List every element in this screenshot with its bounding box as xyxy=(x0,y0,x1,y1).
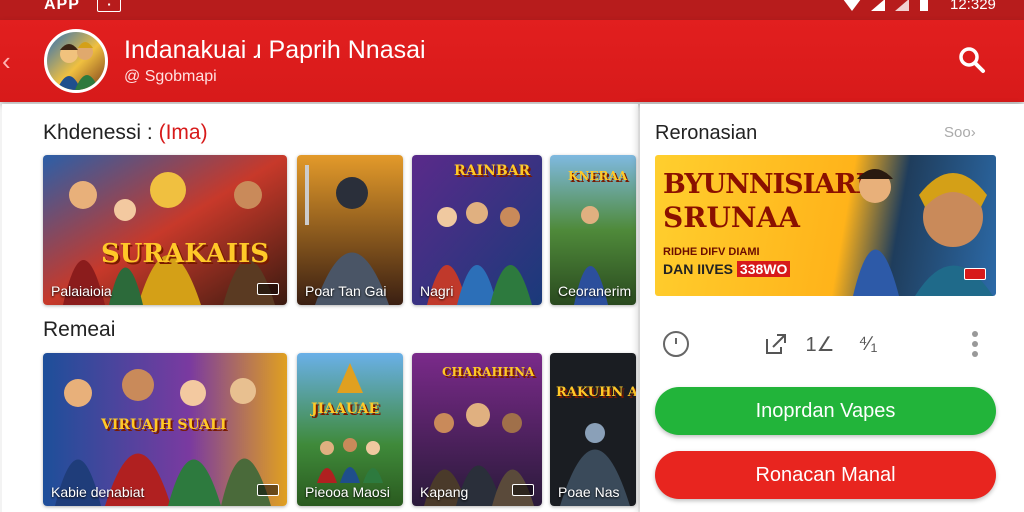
banner-subtitle: SRUNAA xyxy=(663,201,800,234)
banner-cta-text: DAN IIVES xyxy=(663,261,737,277)
game-card-label: Kapang xyxy=(420,484,469,500)
see-more-link[interactable]: Soo› xyxy=(944,124,976,141)
game-card-label: Pieooa Maosi xyxy=(305,484,390,500)
page-subtitle: @ Sgobmapi xyxy=(124,68,217,85)
status-icons xyxy=(842,0,930,12)
badge-icon xyxy=(964,268,986,280)
badge-icon xyxy=(512,484,534,496)
game-card-label: Ceoranerim xyxy=(558,283,632,299)
game-card-label: Nagri xyxy=(420,283,454,299)
banner-price-value: 338 xyxy=(739,261,764,277)
badge-icon xyxy=(257,283,279,295)
clock-icon[interactable] xyxy=(659,326,693,362)
side-panel: Reronasian Soo› BYUNNISIARI SRUNAA RIDHE… xyxy=(640,104,1024,512)
game-card-logo: VIRUAJH SUALI xyxy=(101,417,227,433)
share-icon[interactable] xyxy=(761,326,791,362)
signal-icon xyxy=(843,0,861,11)
primary-button[interactable]: Inoprdan Vapes xyxy=(655,387,996,435)
status-bar: APP ▪ 12:329 xyxy=(0,0,1024,20)
banner-price: 338WO xyxy=(736,261,791,277)
section-title-recent: Remeai xyxy=(43,318,116,341)
game-card[interactable]: JIAAUAE Pieooa Maosi xyxy=(297,353,403,506)
game-card[interactable]: VIRUAJH SUALI Kabie denabiat xyxy=(43,353,287,506)
game-card-logo: KNERAA xyxy=(568,169,628,183)
promo-banner[interactable]: BYUNNISIARI SRUNAA RIDHE DIFV DIAMI DAN … xyxy=(655,155,996,296)
secondary-button[interactable]: Ronacan Manal xyxy=(655,451,996,499)
game-card[interactable]: CHARAHHNA Kapang xyxy=(412,353,542,506)
battery-icon xyxy=(920,0,928,11)
game-card-label: Poae Nas xyxy=(558,484,620,500)
game-card-logo: CHARAHHNA xyxy=(442,365,535,379)
banner-cta: DAN IIVES 338WO xyxy=(663,261,791,277)
avatar[interactable] xyxy=(44,29,108,93)
search-icon[interactable] xyxy=(952,40,992,80)
download-count-label[interactable]: ⁴∕₁ xyxy=(851,326,885,362)
banner-price-suffix: WO xyxy=(763,261,788,277)
game-card[interactable]: RAINBAR Nagri xyxy=(412,155,542,305)
avatar-art xyxy=(57,42,99,90)
app-header: ‹ Indanakuai ɹ Paprih Nnasai @ Sgobmapi xyxy=(0,20,1024,102)
wifi-icon xyxy=(895,0,909,11)
game-card-label: Palaiaioia xyxy=(51,283,112,299)
more-vertical-icon[interactable] xyxy=(965,326,985,362)
section-title-accent: (Ima) xyxy=(158,121,208,144)
game-card-logo: JIAAUAE xyxy=(311,401,380,417)
page-title: Indanakuai ɹ Paprih Nnasai xyxy=(124,36,426,64)
game-card[interactable]: KNERAA Ceoranerim xyxy=(550,155,636,305)
section-title-featured: Khdenessi : (Ima) xyxy=(43,121,208,145)
game-card-logo: RAKUHN ADA xyxy=(556,385,636,400)
rating-label[interactable]: 1∠ xyxy=(800,326,840,362)
status-time: 12:329 xyxy=(950,0,996,13)
game-card-label: Kabie denabiat xyxy=(51,484,145,500)
banner-tagline: RIDHE DIFV DIAMI xyxy=(663,246,760,258)
game-card[interactable]: SURAKAIIS Palaiaioia xyxy=(43,155,287,305)
game-card-logo: RAINBAR xyxy=(454,163,531,179)
main-panel: Khdenessi : (Ima) SURAKAIIS Palaiaioia P… xyxy=(2,104,638,512)
game-card-logo: SURAKAIIS xyxy=(101,239,270,269)
chevron-left-icon[interactable]: ‹ xyxy=(2,46,11,77)
game-card[interactable]: Poar Tan Gai xyxy=(297,155,403,305)
side-title: Reronasian xyxy=(655,122,758,144)
section-title-text: Khdenessi : xyxy=(43,121,159,144)
game-card-label: Poar Tan Gai xyxy=(305,283,387,299)
status-app-label: APP xyxy=(44,0,80,13)
game-card[interactable]: RAKUHN ADA Poae Nas xyxy=(550,353,636,506)
action-row: 1∠ ⁴∕₁ xyxy=(655,326,1000,362)
status-notification-icon: ▪ xyxy=(97,0,121,12)
badge-icon xyxy=(257,484,279,496)
cellular-icon xyxy=(871,0,885,11)
